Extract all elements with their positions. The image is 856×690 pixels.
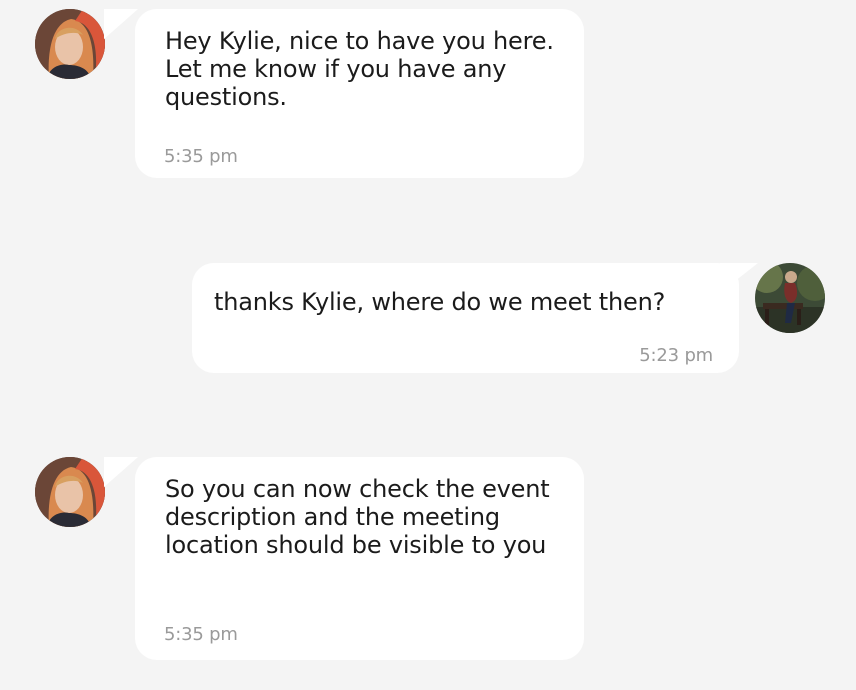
- bubble-tail: [104, 457, 138, 487]
- message-timestamp: 5:23 pm: [639, 345, 713, 366]
- sender-avatar[interactable]: [35, 457, 105, 527]
- incoming-message-bubble[interactable]: Hey Kylie, nice to have you here. Let me…: [135, 9, 584, 178]
- message-text: thanks Kylie, where do we meet then?: [214, 288, 666, 316]
- sender-avatar[interactable]: [35, 9, 105, 79]
- message-timestamp: 5:35 pm: [164, 146, 238, 167]
- message-text: So you can now check the event descripti…: [165, 475, 557, 559]
- incoming-message-bubble[interactable]: So you can now check the event descripti…: [135, 457, 584, 660]
- my-avatar[interactable]: [755, 263, 825, 333]
- bubble-tail: [720, 263, 758, 293]
- outgoing-message-bubble[interactable]: thanks Kylie, where do we meet then? 5:2…: [192, 263, 739, 373]
- message-timestamp: 5:35 pm: [164, 624, 238, 645]
- message-text: Hey Kylie, nice to have you here. Let me…: [165, 27, 562, 111]
- bubble-tail: [104, 9, 138, 39]
